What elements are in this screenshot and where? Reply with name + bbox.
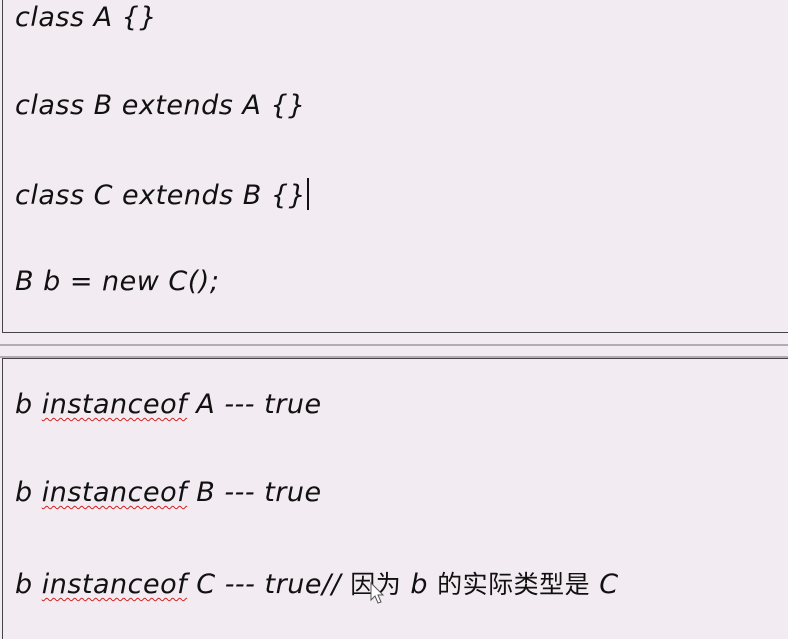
result-line: b instanceof B --- true xyxy=(15,477,322,508)
code-line: class B extends A {} xyxy=(15,90,306,121)
code-line: class A {} xyxy=(15,2,158,33)
code-text: class C extends B {} xyxy=(15,180,307,211)
text-caret xyxy=(307,178,310,210)
result-line: b instanceof A --- true xyxy=(15,389,322,420)
results-box: b instanceof A --- true b instanceof B -… xyxy=(2,358,788,639)
divider xyxy=(0,344,788,346)
result-line: b instanceof C --- true// 因为 b 的实际类型是 C xyxy=(15,569,619,600)
code-box: class A {} class B extends A {} class C … xyxy=(2,0,788,333)
code-line: B b = new C(); xyxy=(15,266,220,297)
mouse-pointer-icon xyxy=(370,582,385,604)
code-line[interactable]: class C extends B {} xyxy=(15,178,310,211)
